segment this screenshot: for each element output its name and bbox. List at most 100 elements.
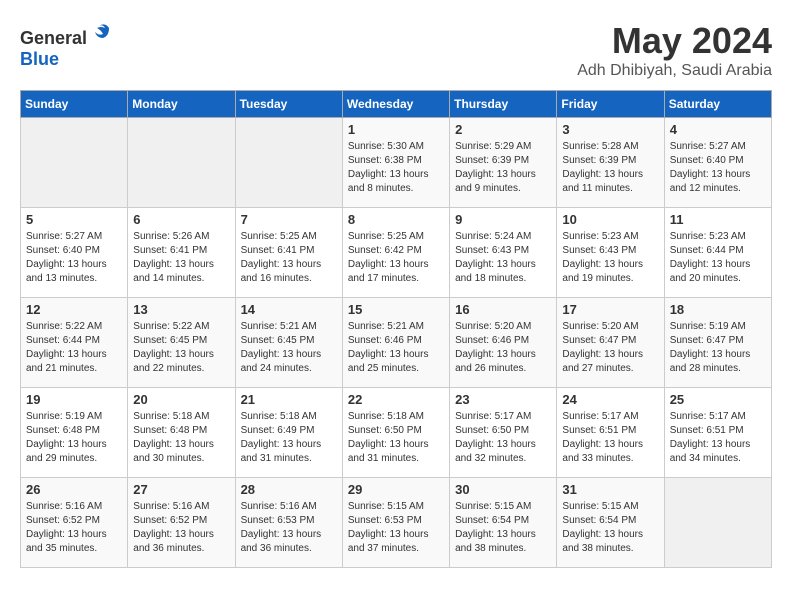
calendar-cell (128, 118, 235, 208)
day-info: Sunrise: 5:27 AM Sunset: 6:40 PM Dayligh… (26, 230, 122, 286)
calendar-cell: 22 Sunrise: 5:18 AM Sunset: 6:50 PM Dayli… (342, 388, 449, 478)
day-number: 7 (241, 212, 337, 227)
calendar-cell: 27Sunrise: 5:16 AM Sunset: 6:52 PM Dayli… (128, 478, 235, 568)
calendar-week-2: 5 Sunrise: 5:27 AM Sunset: 6:40 PM Daylig… (21, 208, 772, 298)
day-info: Sunrise: 5:18 AM Sunset: 6:49 PM Dayligh… (241, 410, 337, 466)
day-info: Sunrise: 5:22 AM Sunset: 6:44 PM Dayligh… (26, 320, 122, 376)
calendar-cell: 17 Sunrise: 5:20 AM Sunset: 6:47 PM Dayli… (557, 298, 664, 388)
calendar-cell: 21 Sunrise: 5:18 AM Sunset: 6:49 PM Dayli… (235, 388, 342, 478)
day-info: Sunrise: 5:24 AM Sunset: 6:43 PM Dayligh… (455, 230, 551, 286)
calendar-week-5: 26 Sunrise: 5:16 AM Sunset: 6:52 PM Dayli… (21, 478, 772, 568)
calendar-cell (235, 118, 342, 208)
calendar-cell (664, 478, 771, 568)
calendar-cell: 26 Sunrise: 5:16 AM Sunset: 6:52 PM Dayli… (21, 478, 128, 568)
calendar-body: 1 Sunrise: 5:30 AM Sunset: 6:38 PM Daylig… (21, 118, 772, 568)
day-number: 21 (241, 392, 337, 407)
calendar-cell: 12 Sunrise: 5:22 AM Sunset: 6:44 PM Dayli… (21, 298, 128, 388)
day-number: 18 (670, 302, 766, 317)
day-number: 3 (562, 122, 658, 137)
calendar-cell: 24Sunrise: 5:17 AM Sunset: 6:51 PM Dayli… (557, 388, 664, 478)
calendar-header: SundayMondayTuesdayWednesdayThursdayFrid… (21, 91, 772, 118)
day-number: 26 (26, 482, 122, 497)
calendar-cell: 15 Sunrise: 5:21 AM Sunset: 6:46 PM Dayli… (342, 298, 449, 388)
day-number: 5 (26, 212, 122, 227)
day-info: Sunrise: 5:23 AM Sunset: 6:43 PM Dayligh… (562, 230, 658, 286)
day-number: 12 (26, 302, 122, 317)
calendar-cell: 7 Sunrise: 5:25 AM Sunset: 6:41 PM Daylig… (235, 208, 342, 298)
day-info: Sunrise: 5:20 AM Sunset: 6:47 PM Dayligh… (562, 320, 658, 376)
day-number: 10 (562, 212, 658, 227)
day-number: 15 (348, 302, 444, 317)
calendar-cell: 11Sunrise: 5:23 AM Sunset: 6:44 PM Dayli… (664, 208, 771, 298)
day-number: 31 (562, 482, 658, 497)
day-info: Sunrise: 5:17 AM Sunset: 6:51 PM Dayligh… (670, 410, 766, 466)
weekday-header-wednesday: Wednesday (342, 91, 449, 118)
day-info: Sunrise: 5:23 AM Sunset: 6:44 PM Dayligh… (670, 230, 766, 286)
calendar-cell: 19Sunrise: 5:19 AM Sunset: 6:48 PM Dayli… (21, 388, 128, 478)
day-number: 13 (133, 302, 229, 317)
weekday-header-tuesday: Tuesday (235, 91, 342, 118)
calendar-cell: 30 Sunrise: 5:15 AM Sunset: 6:54 PM Dayli… (450, 478, 557, 568)
calendar-cell (21, 118, 128, 208)
day-number: 29 (348, 482, 444, 497)
day-info: Sunrise: 5:16 AM Sunset: 6:53 PM Dayligh… (241, 500, 337, 556)
day-info: Sunrise: 5:18 AM Sunset: 6:48 PM Dayligh… (133, 410, 229, 466)
day-info: Sunrise: 5:16 AM Sunset: 6:52 PM Dayligh… (26, 500, 122, 556)
page-header: General Blue May 2024 Adh Dhibiyah, Saud… (20, 20, 772, 80)
calendar-cell: 2Sunrise: 5:29 AM Sunset: 6:39 PM Daylig… (450, 118, 557, 208)
day-info: Sunrise: 5:17 AM Sunset: 6:50 PM Dayligh… (455, 410, 551, 466)
day-info: Sunrise: 5:19 AM Sunset: 6:48 PM Dayligh… (26, 410, 122, 466)
calendar-cell: 14Sunrise: 5:21 AM Sunset: 6:45 PM Dayli… (235, 298, 342, 388)
logo-general: General (20, 28, 87, 48)
day-info: Sunrise: 5:28 AM Sunset: 6:39 PM Dayligh… (562, 140, 658, 196)
day-info: Sunrise: 5:15 AM Sunset: 6:54 PM Dayligh… (455, 500, 551, 556)
day-number: 27 (133, 482, 229, 497)
day-info: Sunrise: 5:20 AM Sunset: 6:46 PM Dayligh… (455, 320, 551, 376)
day-number: 17 (562, 302, 658, 317)
day-number: 25 (670, 392, 766, 407)
day-number: 30 (455, 482, 551, 497)
logo-blue: Blue (20, 49, 59, 69)
calendar-cell: 5 Sunrise: 5:27 AM Sunset: 6:40 PM Daylig… (21, 208, 128, 298)
day-info: Sunrise: 5:19 AM Sunset: 6:47 PM Dayligh… (670, 320, 766, 376)
day-number: 6 (133, 212, 229, 227)
day-number: 1 (348, 122, 444, 137)
day-info: Sunrise: 5:25 AM Sunset: 6:41 PM Dayligh… (241, 230, 337, 286)
day-number: 20 (133, 392, 229, 407)
calendar-cell: 25 Sunrise: 5:17 AM Sunset: 6:51 PM Dayli… (664, 388, 771, 478)
month-title: May 2024 (577, 20, 772, 62)
day-number: 28 (241, 482, 337, 497)
calendar-cell: 18 Sunrise: 5:19 AM Sunset: 6:47 PM Dayli… (664, 298, 771, 388)
logo-bird-icon (89, 20, 113, 44)
day-info: Sunrise: 5:15 AM Sunset: 6:54 PM Dayligh… (562, 500, 658, 556)
day-number: 9 (455, 212, 551, 227)
day-info: Sunrise: 5:17 AM Sunset: 6:51 PM Dayligh… (562, 410, 658, 466)
logo: General Blue (20, 20, 113, 70)
day-info: Sunrise: 5:30 AM Sunset: 6:38 PM Dayligh… (348, 140, 444, 196)
calendar-cell: 10 Sunrise: 5:23 AM Sunset: 6:43 PM Dayli… (557, 208, 664, 298)
calendar-cell: 16 Sunrise: 5:20 AM Sunset: 6:46 PM Dayli… (450, 298, 557, 388)
day-info: Sunrise: 5:25 AM Sunset: 6:42 PM Dayligh… (348, 230, 444, 286)
weekday-row: SundayMondayTuesdayWednesdayThursdayFrid… (21, 91, 772, 118)
day-number: 22 (348, 392, 444, 407)
calendar-week-1: 1 Sunrise: 5:30 AM Sunset: 6:38 PM Daylig… (21, 118, 772, 208)
weekday-header-sunday: Sunday (21, 91, 128, 118)
calendar-cell: 29 Sunrise: 5:15 AM Sunset: 6:53 PM Dayli… (342, 478, 449, 568)
calendar-cell: 23 Sunrise: 5:17 AM Sunset: 6:50 PM Dayli… (450, 388, 557, 478)
weekday-header-monday: Monday (128, 91, 235, 118)
day-info: Sunrise: 5:21 AM Sunset: 6:45 PM Dayligh… (241, 320, 337, 376)
day-info: Sunrise: 5:22 AM Sunset: 6:45 PM Dayligh… (133, 320, 229, 376)
day-number: 4 (670, 122, 766, 137)
day-info: Sunrise: 5:15 AM Sunset: 6:53 PM Dayligh… (348, 500, 444, 556)
day-info: Sunrise: 5:29 AM Sunset: 6:39 PM Dayligh… (455, 140, 551, 196)
calendar-cell: 6Sunrise: 5:26 AM Sunset: 6:41 PM Daylig… (128, 208, 235, 298)
calendar-cell: 13 Sunrise: 5:22 AM Sunset: 6:45 PM Dayli… (128, 298, 235, 388)
calendar-week-4: 19Sunrise: 5:19 AM Sunset: 6:48 PM Dayli… (21, 388, 772, 478)
day-number: 23 (455, 392, 551, 407)
calendar-cell: 20 Sunrise: 5:18 AM Sunset: 6:48 PM Dayli… (128, 388, 235, 478)
calendar-cell: 4Sunrise: 5:27 AM Sunset: 6:40 PM Daylig… (664, 118, 771, 208)
day-number: 16 (455, 302, 551, 317)
day-info: Sunrise: 5:21 AM Sunset: 6:46 PM Dayligh… (348, 320, 444, 376)
weekday-header-thursday: Thursday (450, 91, 557, 118)
day-info: Sunrise: 5:18 AM Sunset: 6:50 PM Dayligh… (348, 410, 444, 466)
